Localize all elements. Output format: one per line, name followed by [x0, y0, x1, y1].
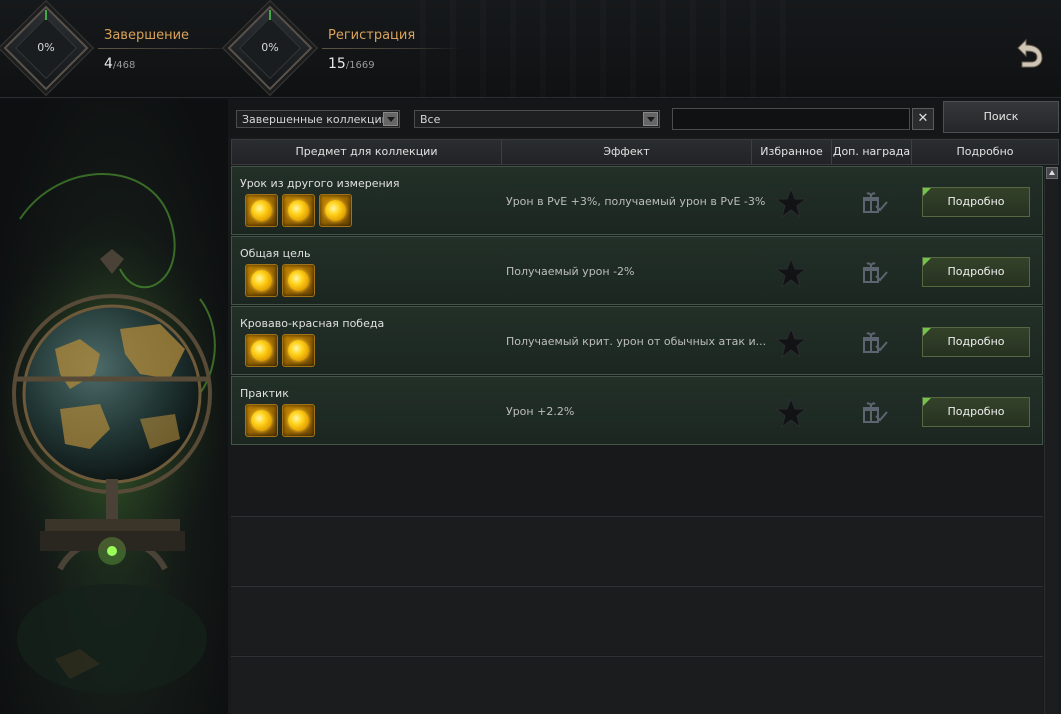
registration-stat: 0% Регистрация 15/1669 — [227, 5, 470, 92]
table-row: Практик Урон +2.2% Подробно — [231, 376, 1043, 445]
collection-name: Общая цель — [240, 247, 311, 260]
search-button[interactable]: Поиск — [943, 101, 1059, 133]
progress-tick — [45, 10, 47, 20]
completion-count: 4 — [104, 56, 113, 72]
gold-orb-icon[interactable] — [245, 404, 278, 437]
registration-total: /1669 — [345, 60, 375, 71]
column-header-item: Предмет для коллекции — [232, 140, 502, 164]
gold-orb-icon[interactable] — [245, 334, 278, 367]
completion-total: /468 — [112, 60, 136, 71]
collection-effect: Получаемый урон -2% — [506, 265, 635, 278]
gold-orb-icon[interactable] — [282, 334, 315, 367]
category-dropdown[interactable]: Завершенные коллекции — [236, 110, 400, 128]
collection-list: Урок из другого измерения Урон в PvE +3%… — [231, 166, 1043, 714]
empty-row — [231, 516, 1043, 585]
table-row: Урок из другого измерения Урон в PvE +3%… — [231, 166, 1043, 235]
gold-orb-icon[interactable] — [282, 264, 315, 297]
collection-name: Урок из другого измерения — [240, 177, 400, 190]
registration-label: Регистрация — [328, 28, 416, 43]
empty-row — [231, 586, 1043, 655]
globe-illustration — [0, 99, 228, 714]
gold-orb-icon[interactable] — [245, 194, 278, 227]
divider — [322, 48, 462, 49]
detail-button[interactable]: Подробно — [922, 397, 1030, 427]
table-row: Кроваво-красная победа Получаемый крит. … — [231, 306, 1043, 375]
scroll-up-icon[interactable] — [1046, 167, 1058, 179]
chevron-down-icon[interactable] — [383, 112, 398, 126]
column-header-effect: Эффект — [502, 140, 752, 164]
collection-name: Практик — [240, 387, 289, 400]
collection-name: Кроваво-красная победа — [240, 317, 385, 330]
search-input[interactable] — [672, 108, 910, 130]
table-header: Предмет для коллекции Эффект Избранное Д… — [231, 139, 1059, 165]
star-icon[interactable] — [774, 257, 808, 289]
completion-label: Завершение — [104, 28, 190, 43]
clear-search-button[interactable]: ✕ — [912, 108, 934, 130]
undo-arrow-icon[interactable] — [1012, 36, 1046, 70]
type-dropdown-value: Все — [420, 113, 441, 126]
empty-row — [231, 656, 1043, 714]
column-header-detail: Подробно — [956, 145, 1014, 158]
category-dropdown-value: Завершенные коллекции — [242, 113, 389, 126]
gift-check-icon — [862, 261, 888, 285]
top-bar: 0% Завершение 4/468 0% Регистрация 15/16… — [0, 0, 1061, 98]
gift-check-icon — [862, 191, 888, 215]
detail-button[interactable]: Подробно — [922, 257, 1030, 287]
collection-effect: Урон +2.2% — [506, 405, 575, 418]
chevron-down-icon[interactable] — [643, 112, 658, 126]
completion-stat: 0% Завершение 4/468 — [3, 5, 238, 92]
registration-count: 15 — [328, 56, 346, 72]
registration-percent: 0% — [261, 41, 279, 54]
completion-percent: 0% — [37, 41, 55, 54]
registration-value: 15/1669 — [328, 56, 375, 72]
divider — [98, 48, 238, 49]
table-row: Общая цель Получаемый урон -2% Подробно — [231, 236, 1043, 305]
gold-orb-icon[interactable] — [245, 264, 278, 297]
scrollbar[interactable] — [1044, 166, 1058, 714]
gold-orb-icon[interactable] — [319, 194, 352, 227]
gift-check-icon — [862, 331, 888, 355]
collection-panel: Завершенные коллекции Все ✕ Поиск Предме… — [228, 99, 1061, 714]
star-icon[interactable] — [774, 327, 808, 359]
gift-check-icon — [862, 401, 888, 425]
collection-effect: Получаемый крит. урон от обычных атак и.… — [506, 335, 767, 348]
column-header-favorite: Избранное — [752, 140, 832, 164]
type-dropdown[interactable]: Все — [414, 110, 660, 128]
detail-button[interactable]: Подробно — [922, 187, 1030, 217]
column-header-reward: Доп. награда — [832, 140, 912, 164]
gold-orb-icon[interactable] — [282, 404, 315, 437]
filter-bar: Завершенные коллекции Все ✕ Поиск — [228, 99, 1061, 137]
collection-effect: Урон в PvE +3%, получаемый урон в PvE -3… — [506, 195, 766, 208]
completion-value: 4/468 — [104, 56, 135, 72]
star-icon[interactable] — [774, 397, 808, 429]
gold-orb-icon[interactable] — [282, 194, 315, 227]
progress-tick — [269, 10, 271, 20]
star-icon[interactable] — [774, 187, 808, 219]
detail-button[interactable]: Подробно — [922, 327, 1030, 357]
